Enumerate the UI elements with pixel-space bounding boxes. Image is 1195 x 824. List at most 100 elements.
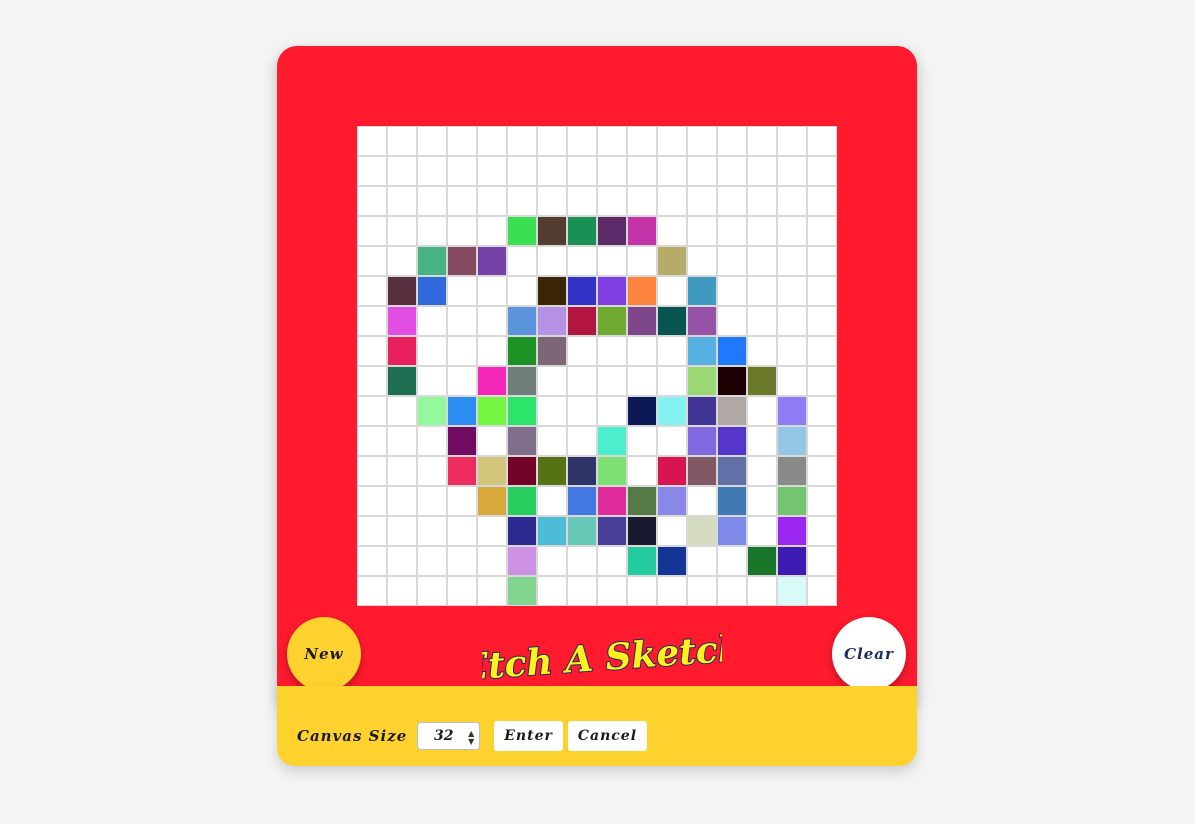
grid-cell[interactable] [477,516,507,546]
grid-cell[interactable] [597,306,627,336]
grid-cell[interactable] [537,546,567,576]
grid-cell[interactable] [537,276,567,306]
grid-cell[interactable] [567,516,597,546]
grid-cell[interactable] [777,246,807,276]
grid-cell[interactable] [657,396,687,426]
grid-cell[interactable] [357,546,387,576]
grid-cell[interactable] [747,516,777,546]
grid-cell[interactable] [807,456,837,486]
grid-cell[interactable] [687,336,717,366]
grid-cell[interactable] [357,276,387,306]
grid-cell[interactable] [777,456,807,486]
grid-cell[interactable] [657,336,687,366]
grid-cell[interactable] [747,216,777,246]
cancel-button[interactable]: Cancel [567,721,648,751]
grid-cell[interactable] [477,186,507,216]
grid-cell[interactable] [597,486,627,516]
grid-cell[interactable] [657,246,687,276]
grid-cell[interactable] [477,366,507,396]
grid-cell[interactable] [567,426,597,456]
grid-cell[interactable] [567,546,597,576]
grid-cell[interactable] [687,366,717,396]
grid-cell[interactable] [717,336,747,366]
grid-cell[interactable] [597,246,627,276]
grid-cell[interactable] [447,396,477,426]
grid-cell[interactable] [687,276,717,306]
grid-cell[interactable] [387,186,417,216]
grid-cell[interactable] [357,186,387,216]
grid-cell[interactable] [597,516,627,546]
drawing-grid[interactable] [357,126,837,606]
grid-cell[interactable] [717,516,747,546]
canvas-size-select[interactable]: 32 ▲ ▼ [417,722,481,750]
grid-cell[interactable] [387,126,417,156]
grid-cell[interactable] [417,336,447,366]
grid-cell[interactable] [417,546,447,576]
grid-cell[interactable] [687,486,717,516]
grid-cell[interactable] [687,126,717,156]
grid-cell[interactable] [657,306,687,336]
grid-cell[interactable] [657,486,687,516]
grid-cell[interactable] [687,546,717,576]
grid-cell[interactable] [507,396,537,426]
grid-cell[interactable] [477,126,507,156]
grid-cell[interactable] [537,246,567,276]
grid-cell[interactable] [777,276,807,306]
grid-cell[interactable] [657,546,687,576]
grid-cell[interactable] [597,336,627,366]
grid-cell[interactable] [747,276,777,306]
grid-cell[interactable] [417,276,447,306]
grid-cell[interactable] [657,456,687,486]
grid-cell[interactable] [387,366,417,396]
grid-cell[interactable] [447,216,477,246]
grid-cell[interactable] [477,306,507,336]
grid-cell[interactable] [747,366,777,396]
grid-cell[interactable] [687,576,717,606]
grid-cell[interactable] [447,576,477,606]
grid-cell[interactable] [417,186,447,216]
grid-cell[interactable] [657,186,687,216]
grid-cell[interactable] [657,426,687,456]
grid-cell[interactable] [417,396,447,426]
grid-cell[interactable] [417,306,447,336]
grid-cell[interactable] [507,456,537,486]
grid-cell[interactable] [567,456,597,486]
grid-cell[interactable] [567,306,597,336]
grid-cell[interactable] [477,396,507,426]
grid-cell[interactable] [777,546,807,576]
grid-cell[interactable] [507,246,537,276]
grid-cell[interactable] [747,186,777,216]
grid-cell[interactable] [747,246,777,276]
grid-cell[interactable] [807,576,837,606]
grid-cell[interactable] [777,216,807,246]
grid-cell[interactable] [357,516,387,546]
grid-cell[interactable] [687,306,717,336]
grid-cell[interactable] [357,246,387,276]
grid-cell[interactable] [447,186,477,216]
grid-cell[interactable] [717,306,747,336]
grid-cell[interactable] [507,156,537,186]
grid-cell[interactable] [807,126,837,156]
grid-cell[interactable] [447,486,477,516]
grid-cell[interactable] [807,546,837,576]
grid-cell[interactable] [687,396,717,426]
grid-cell[interactable] [807,336,837,366]
grid-cell[interactable] [357,336,387,366]
grid-cell[interactable] [447,516,477,546]
grid-cell[interactable] [687,426,717,456]
grid-cell[interactable] [537,156,567,186]
grid-cell[interactable] [627,486,657,516]
grid-cell[interactable] [687,516,717,546]
grid-cell[interactable] [357,216,387,246]
grid-cell[interactable] [357,156,387,186]
grid-cell[interactable] [807,246,837,276]
grid-cell[interactable] [447,246,477,276]
grid-cell[interactable] [447,336,477,366]
grid-cell[interactable] [657,156,687,186]
grid-cell[interactable] [477,216,507,246]
grid-cell[interactable] [417,456,447,486]
grid-cell[interactable] [597,216,627,246]
grid-cell[interactable] [627,156,657,186]
grid-cell[interactable] [627,456,657,486]
grid-cell[interactable] [357,396,387,426]
